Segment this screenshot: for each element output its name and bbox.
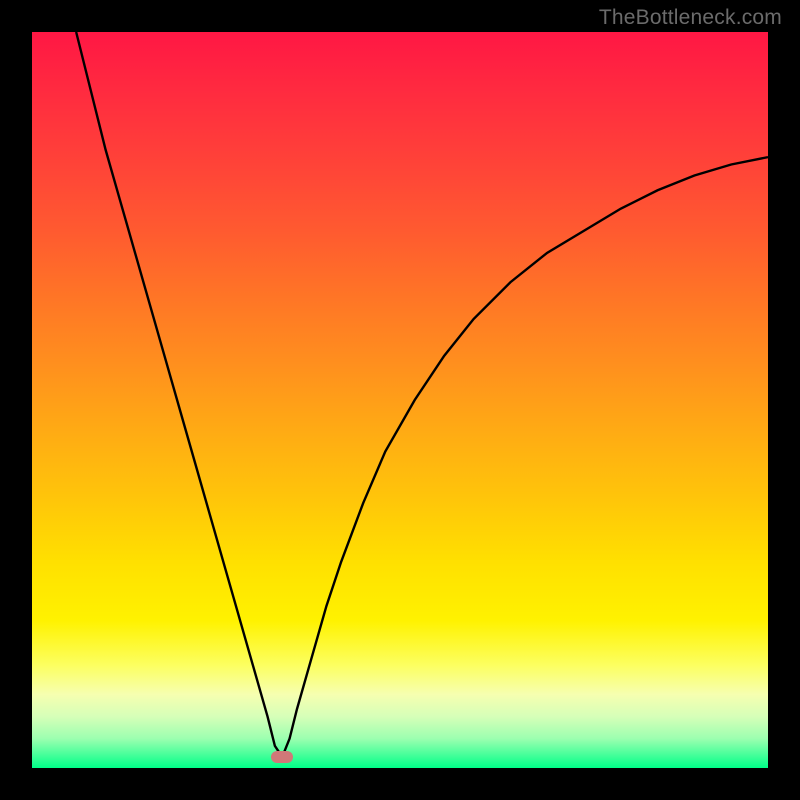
chart-frame: TheBottleneck.com: [0, 0, 800, 800]
plot-area: [32, 32, 768, 768]
curve-path: [76, 32, 768, 757]
bottleneck-curve: [32, 32, 768, 768]
watermark-text: TheBottleneck.com: [599, 6, 782, 30]
optimal-marker: [271, 751, 293, 763]
